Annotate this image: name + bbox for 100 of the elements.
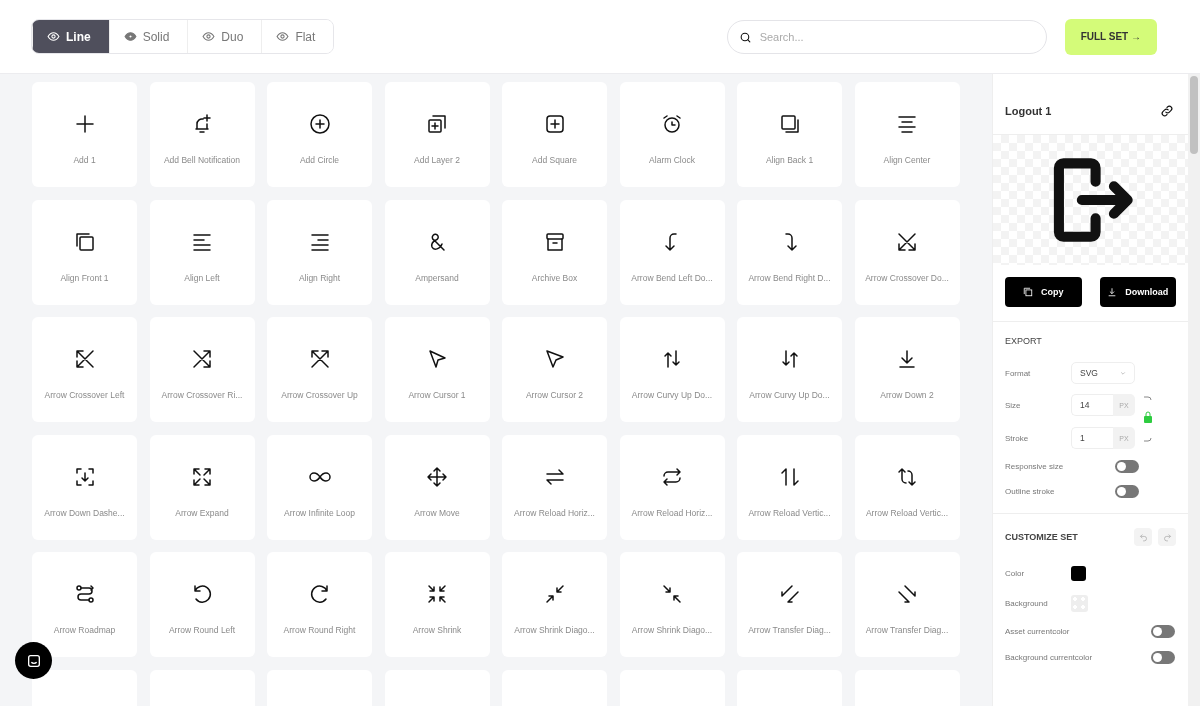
icon-card[interactable]: Add Circle (267, 82, 372, 187)
icon-card[interactable]: Arrow Crossover Up (267, 317, 372, 422)
plus-circle-icon (307, 112, 332, 136)
section-heading: EXPORT (1005, 336, 1042, 346)
download-icon (1107, 287, 1118, 297)
icon-label: Arrow Move (414, 507, 460, 518)
undo-button[interactable] (1134, 528, 1152, 546)
format-select[interactable]: SVG (1071, 362, 1135, 384)
icon-card[interactable]: Arrow Down Dashe... (32, 434, 137, 540)
icon-label: Arrow Cursor 2 (525, 390, 584, 400)
icon-card[interactable]: Align Center (854, 82, 960, 187)
toggle-label: Background currentcolor (1005, 652, 1094, 662)
icon-card[interactable]: Align Right (267, 199, 372, 305)
number-field[interactable]: 1 (1071, 427, 1113, 449)
icon-label: Arrow Roadmap (53, 625, 116, 635)
shrink-icon (425, 582, 449, 606)
icon-card[interactable]: Arrow Crossover Do... (854, 199, 960, 305)
icon-label: Add 1 (73, 155, 96, 165)
icon-label: Arrow Shrink (412, 625, 462, 635)
scrollbar-thumb[interactable] (1190, 76, 1198, 154)
icon-label: Arrow Round Left (168, 625, 236, 635)
icon-card[interactable]: Arrow Cursor 2 (502, 317, 607, 422)
icon-card[interactable]: Arrow Curvy Up Do... (619, 317, 725, 422)
number-field[interactable]: 14 (1071, 394, 1113, 416)
section-heading: CUSTOMIZE SET (1005, 532, 1078, 542)
view-tab[interactable]: Line (32, 20, 109, 53)
icon-card[interactable]: Arrow Transfer Diag... (737, 552, 842, 657)
toggle-switch[interactable] (1115, 459, 1139, 473)
redo-icon (1162, 532, 1172, 542)
toggle-switch[interactable] (1151, 650, 1175, 664)
field-label: Background (1005, 598, 1049, 608)
icon-card[interactable]: Arrow Shrink Diago... (502, 552, 607, 657)
toggle-switch[interactable] (1151, 624, 1175, 638)
icon-card[interactable]: Arrow Move (384, 434, 490, 540)
icon-label: Add Circle (299, 155, 340, 165)
full-set-button[interactable]: FULL SET → (1064, 18, 1157, 55)
search-field[interactable]: Search... (726, 19, 1047, 54)
icon-label: Add Square (532, 155, 577, 165)
icon-card[interactable]: Arrow Infinite Loop (267, 434, 372, 540)
icon-card[interactable]: Arrow Cursor 1 (384, 317, 490, 422)
icon-label: Arrow Down Dashe... (44, 507, 125, 518)
download-button[interactable]: Download (1099, 277, 1176, 307)
icon-card[interactable]: Align Back 1 (737, 82, 842, 187)
icon-label: Arrow Infinite Loop (284, 507, 355, 518)
icon-card[interactable]: Archive Box (502, 199, 607, 305)
icon-label: Arrow Transfer Diag... (748, 625, 831, 635)
shrink-arrows-icon (660, 582, 684, 606)
icon-card[interactable]: Arrow Reload Vertic... (737, 434, 842, 540)
toggle-switch[interactable] (1115, 484, 1139, 498)
icon-card[interactable]: Add Bell Notification (149, 82, 255, 187)
icon-label: Arrow Reload Horiz... (631, 507, 713, 518)
icon-card[interactable]: Arrow Crossover Ri... (149, 317, 255, 422)
icon-card[interactable]: Align Front 1 (32, 199, 137, 305)
copy-icon (1023, 287, 1033, 297)
icon-card[interactable]: Arrow Transfer Diag... (854, 552, 960, 657)
icon-card[interactable]: Arrow Expand (149, 434, 255, 540)
toggle-label: Asset currentcolor (1005, 626, 1071, 636)
icon-label: Arrow Crossover Up (281, 390, 358, 400)
icon-card[interactable]: Arrow Reload Horiz... (619, 434, 725, 540)
icon-card[interactable]: Add Layer 2 (384, 82, 490, 187)
icon-label: Arrow Reload Vertic... (748, 507, 831, 518)
eye-icon (202, 30, 216, 43)
icon-card[interactable]: Arrow Crossover Left (32, 317, 137, 422)
icon-card[interactable]: Alarm Clock (619, 82, 725, 187)
eye-icon (123, 30, 137, 43)
icon-card[interactable]: Arrow Reload Horiz... (502, 434, 607, 540)
icon-label: Arrow Down 2 (880, 390, 934, 400)
icon-label: Align Left (184, 272, 220, 283)
icon-title: Logout 1 (1005, 105, 1052, 117)
icon-card[interactable]: Align Left (149, 199, 255, 305)
icon-label: Arrow Bend Left Do... (631, 272, 713, 283)
toggle-label: Responsive size (1005, 461, 1065, 471)
icon-card[interactable]: Add Square (502, 82, 607, 187)
icon-label: Archive Box (531, 272, 578, 283)
icon-card[interactable]: Arrow Round Left (149, 552, 255, 657)
icon-card[interactable]: Arrow Down 2 (854, 317, 960, 422)
icon-card[interactable]: Arrow Roadmap (32, 552, 137, 657)
icon-card[interactable]: Arrow Round Right (267, 552, 372, 657)
icon-card[interactable]: Arrow Shrink Diago... (619, 552, 725, 657)
icon-label: Arrow Crossover Left (44, 390, 125, 400)
icon-label: Alarm Clock (649, 155, 695, 165)
icon-card[interactable]: Arrow Curvy Up Do... (737, 317, 842, 422)
icon-label: Align Back 1 (765, 155, 814, 165)
chevron-down-icon (1120, 370, 1126, 376)
icon-label: Arrow Transfer Diag... (865, 625, 949, 635)
icon-card[interactable]: Add 1 (32, 82, 137, 187)
icon-label: Ampersand (415, 272, 459, 283)
copy-button[interactable]: Copy (1005, 277, 1082, 307)
icon-card[interactable]: Arrow Shrink (384, 552, 490, 657)
icon-card[interactable]: Arrow Bend Right D... (737, 199, 842, 305)
view-tab[interactable]: Flat (261, 20, 334, 53)
toggle-label: Outline stroke (1005, 486, 1056, 496)
icon-label: Arrow Round Right (283, 625, 356, 635)
icon-label: Arrow Crossover Ri... (161, 390, 243, 400)
color-swatch[interactable] (1071, 565, 1086, 581)
icon-card[interactable]: Ampersand (384, 199, 490, 305)
icon-card[interactable]: Arrow Bend Left Do... (619, 199, 725, 305)
redo-button[interactable] (1158, 528, 1176, 546)
icon-card[interactable]: Arrow Reload Vertic... (854, 434, 960, 540)
icon-label: Arrow Reload Vertic... (865, 507, 949, 518)
